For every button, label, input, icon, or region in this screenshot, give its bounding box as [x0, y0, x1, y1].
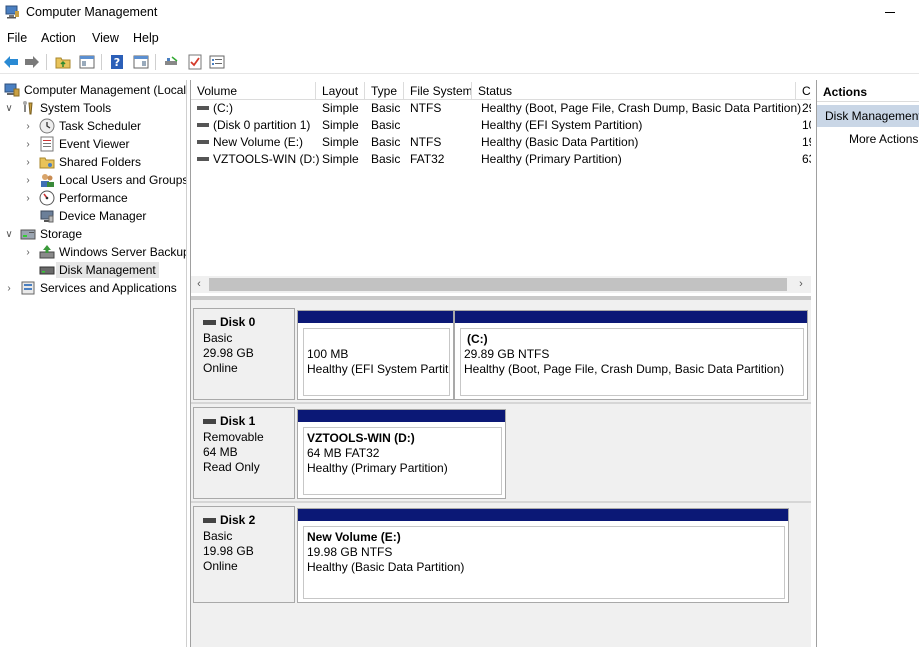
- volume-list-header: Volume Layout Type File System Status C: [191, 82, 811, 100]
- column-header-status[interactable]: Status: [472, 82, 796, 100]
- menu-file[interactable]: File: [7, 31, 27, 45]
- performance-icon: [39, 190, 55, 206]
- computer-management-icon: [5, 5, 20, 19]
- tree-item-storage[interactable]: ∨ Storage: [4, 225, 82, 243]
- minimize-button[interactable]: [885, 12, 895, 13]
- services-icon: [20, 280, 36, 296]
- tree-item-task-scheduler[interactable]: › Task Scheduler: [23, 117, 141, 135]
- connect-icon[interactable]: [162, 53, 180, 71]
- disk-management-pane: Volume Layout Type File System Status C …: [190, 80, 812, 647]
- chevron-right-icon[interactable]: ›: [4, 283, 14, 294]
- more-actions-link[interactable]: More Actions: [849, 132, 918, 146]
- partition-efi[interactable]: 100 MB Healthy (EFI System Partition): [297, 310, 454, 400]
- tree-item-shared-folders[interactable]: › Shared Folders: [23, 153, 141, 171]
- volume-icon: [197, 157, 209, 161]
- storage-icon: [20, 226, 36, 242]
- tree-item-root[interactable]: Computer Management (Local: [4, 81, 186, 99]
- computer-management-icon: [4, 82, 20, 98]
- volume-icon: [197, 140, 209, 144]
- menu-bar: File Action View Help: [0, 28, 919, 48]
- clock-icon: [39, 118, 55, 134]
- help-icon[interactable]: ?: [108, 53, 126, 71]
- toolbar: ?: [0, 50, 919, 74]
- navigation-tree: Computer Management (Local ∨ System Tool…: [0, 80, 187, 647]
- menu-action[interactable]: Action: [41, 31, 76, 45]
- svg-text:?: ?: [114, 56, 120, 69]
- disk-0-label[interactable]: Disk 0 Basic 29.98 GB Online: [193, 308, 295, 400]
- column-header-volume[interactable]: Volume: [191, 82, 316, 100]
- users-icon: [39, 172, 55, 188]
- table-row[interactable]: (Disk 0 partition 1) Simple Basic Health…: [191, 117, 811, 134]
- partition-bar: [455, 311, 807, 323]
- chevron-right-icon[interactable]: ›: [23, 157, 33, 168]
- disk-icon: [203, 320, 216, 325]
- partition-bar: [298, 509, 788, 521]
- actions-header: Actions: [817, 82, 919, 102]
- table-row[interactable]: VZTOOLS-WIN (D:) Simple Basic FAT32 Heal…: [191, 151, 811, 168]
- chevron-right-icon[interactable]: ›: [23, 247, 33, 258]
- tools-icon: [20, 100, 36, 116]
- title-bar: Computer Management: [0, 0, 919, 26]
- disk-icon: [203, 419, 216, 424]
- partition-bar: [298, 311, 453, 323]
- tree-item-services-and-applications[interactable]: › Services and Applications: [4, 279, 176, 297]
- window-title: Computer Management: [26, 5, 158, 19]
- scroll-right-icon[interactable]: ›: [793, 276, 809, 293]
- partition-bar: [298, 410, 505, 422]
- chevron-right-icon[interactable]: ›: [23, 175, 33, 186]
- menu-help[interactable]: Help: [133, 31, 159, 45]
- table-row[interactable]: (C:) Simple Basic NTFS Healthy (Boot, Pa…: [191, 100, 811, 117]
- actions-pane: Actions Disk Management More Actions: [816, 80, 919, 647]
- partition-e[interactable]: New Volume (E:) 19.98 GB NTFS Healthy (B…: [297, 508, 789, 603]
- chevron-right-icon[interactable]: ›: [23, 193, 33, 204]
- menu-view[interactable]: View: [92, 31, 119, 45]
- device-manager-icon: [39, 208, 55, 224]
- tree-item-event-viewer[interactable]: › Event Viewer: [23, 135, 129, 153]
- partition-d[interactable]: VZTOOLS-WIN (D:) 64 MB FAT32 Healthy (Pr…: [297, 409, 506, 499]
- column-header-type[interactable]: Type: [365, 82, 404, 100]
- show-hide-tree-icon[interactable]: [78, 53, 96, 71]
- disk-2-label[interactable]: Disk 2 Basic 19.98 GB Online: [193, 506, 295, 603]
- chevron-right-icon[interactable]: ›: [23, 139, 33, 150]
- forward-arrow-icon[interactable]: [23, 53, 41, 71]
- chevron-down-icon[interactable]: ∨: [4, 229, 14, 240]
- disk-map: Disk 0 Basic 29.98 GB Online 100 MB Heal…: [191, 300, 811, 647]
- shared-folder-icon: [39, 154, 55, 170]
- backup-icon: [39, 244, 55, 260]
- disk-management-icon: [39, 262, 55, 278]
- disk-icon: [203, 518, 216, 523]
- action-disk-management[interactable]: Disk Management: [817, 105, 919, 127]
- volume-icon: [197, 123, 209, 127]
- column-header-layout[interactable]: Layout: [316, 82, 365, 100]
- console-pane-icon[interactable]: [132, 53, 150, 71]
- scroll-left-icon[interactable]: ‹: [191, 276, 207, 293]
- table-row[interactable]: New Volume (E:) Simple Basic NTFS Health…: [191, 134, 811, 151]
- checklist-icon[interactable]: [186, 53, 204, 71]
- back-arrow-icon[interactable]: [2, 53, 20, 71]
- tree-item-windows-server-backup[interactable]: › Windows Server Backup: [23, 243, 186, 261]
- tree-item-device-manager[interactable]: Device Manager: [39, 207, 146, 225]
- up-folder-icon[interactable]: [54, 53, 72, 71]
- horizontal-scrollbar[interactable]: ‹ ›: [191, 276, 811, 293]
- tree-item-local-users[interactable]: › Local Users and Groups: [23, 171, 186, 189]
- event-viewer-icon: [39, 136, 55, 152]
- tree-item-disk-management[interactable]: Disk Management: [39, 261, 159, 279]
- column-header-file-system[interactable]: File System: [404, 82, 472, 100]
- partition-c[interactable]: (C:) 29.89 GB NTFS Healthy (Boot, Page F…: [454, 310, 808, 400]
- tree-item-performance[interactable]: › Performance: [23, 189, 128, 207]
- disk-1-label[interactable]: Disk 1 Removable 64 MB Read Only: [193, 407, 295, 499]
- chevron-right-icon[interactable]: ›: [23, 121, 33, 132]
- properties-icon[interactable]: [208, 53, 226, 71]
- scrollbar-thumb[interactable]: [209, 278, 787, 291]
- column-header-capacity[interactable]: C: [796, 82, 811, 100]
- tree-item-system-tools[interactable]: ∨ System Tools: [4, 99, 111, 117]
- chevron-down-icon[interactable]: ∨: [4, 103, 14, 114]
- volume-icon: [197, 106, 209, 110]
